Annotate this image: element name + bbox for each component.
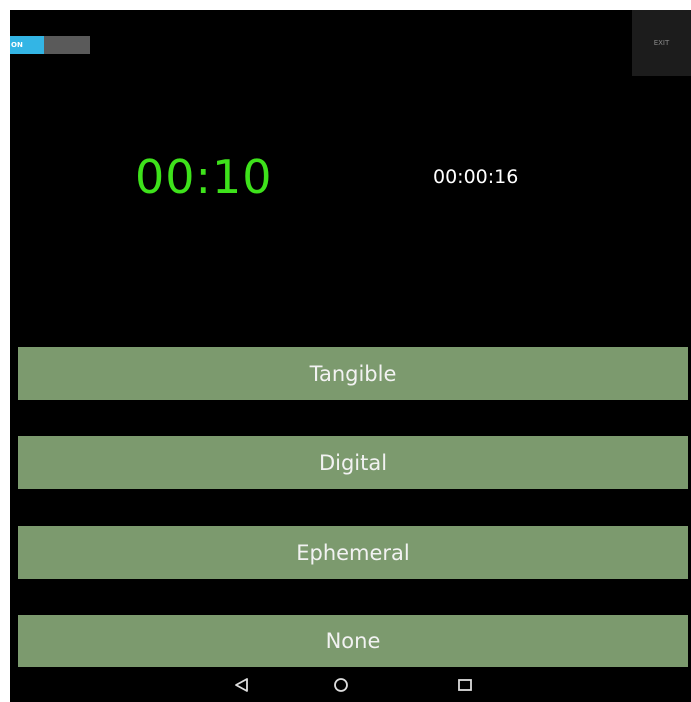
app-screen: ON EXIT 00:10 00:00:16 Tangible Digital … <box>10 10 691 702</box>
option-button-digital[interactable]: Digital <box>18 436 688 489</box>
system-nav-bar <box>10 667 691 702</box>
back-icon[interactable] <box>233 676 251 694</box>
recent-apps-icon[interactable] <box>456 676 474 694</box>
option-button-tangible[interactable]: Tangible <box>18 347 688 400</box>
on-off-toggle[interactable]: ON <box>10 36 90 54</box>
exit-button[interactable]: EXIT <box>632 10 691 76</box>
toggle-off-track <box>44 36 90 54</box>
home-icon[interactable] <box>332 676 350 694</box>
option-button-ephemeral[interactable]: Ephemeral <box>18 526 688 579</box>
option-button-none[interactable]: None <box>18 615 688 667</box>
countdown-timer: 00:10 <box>135 150 273 204</box>
toggle-on-label: ON <box>10 36 44 54</box>
elapsed-timer: 00:00:16 <box>433 166 519 188</box>
